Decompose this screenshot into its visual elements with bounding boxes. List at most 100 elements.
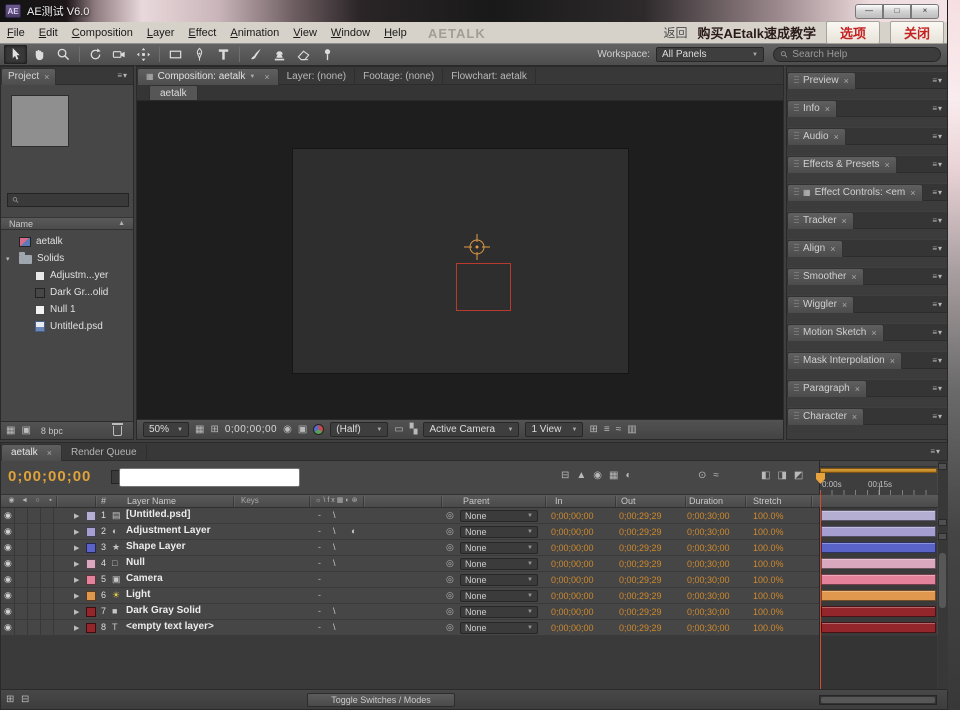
- menu-item-view[interactable]: View: [286, 24, 324, 42]
- layer-name[interactable]: [Untitled.psd]: [126, 509, 230, 520]
- viewer-bar-icon[interactable]: ▦: [195, 425, 204, 435]
- timeline-control-icon[interactable]: ◐: [625, 470, 631, 481]
- viewer-bar-icon[interactable]: ◉: [283, 425, 292, 435]
- expand-arrow-icon[interactable]: ▶: [74, 608, 79, 616]
- rectangle-tool[interactable]: [164, 45, 187, 64]
- out-value[interactable]: 0;00;29;29: [619, 607, 662, 617]
- project-item[interactable]: Null 1: [1, 301, 133, 318]
- parent-pickwhip-icon[interactable]: ◎: [446, 558, 454, 569]
- type-tool[interactable]: [212, 45, 235, 64]
- overlay-close-button[interactable]: 关闭: [890, 21, 944, 44]
- menu-item-effect[interactable]: Effect: [181, 24, 223, 42]
- close-tab-icon[interactable]: ×: [842, 300, 847, 310]
- project-name-column-header[interactable]: Name ▲: [1, 217, 133, 230]
- out-value[interactable]: 0;00;29;29: [619, 559, 662, 569]
- layer-row[interactable]: ◉▶7■Dark Gray Solid-\◎None▼0;00;00;000;0…: [1, 604, 947, 620]
- close-tab-icon[interactable]: ×: [851, 272, 856, 282]
- timeline-control-icon[interactable]: ◧: [761, 470, 770, 481]
- composition-view-area[interactable]: [137, 101, 783, 421]
- layer-duration-bar[interactable]: [821, 606, 936, 617]
- shy-switch[interactable]: -: [318, 510, 321, 520]
- panel-menu-icon[interactable]: ≡▾: [932, 356, 943, 365]
- quality-switch[interactable]: \: [333, 526, 336, 536]
- visibility-eye-icon[interactable]: ◉: [4, 606, 12, 617]
- close-tab-icon[interactable]: ×: [44, 72, 49, 82]
- active-camera-dropdown[interactable]: Active Camera ▼: [423, 422, 519, 437]
- duration-value[interactable]: 0;00;30;00: [687, 591, 730, 601]
- layer-track[interactable]: [819, 556, 937, 572]
- pen-tool[interactable]: [188, 45, 211, 64]
- title-bar[interactable]: AE AE测试 V6.0 — □ ×: [0, 0, 947, 22]
- track-nav-button-1[interactable]: [938, 519, 947, 526]
- stretch-value[interactable]: 100.0%: [753, 543, 784, 553]
- layer-row[interactable]: ◉▶3★Shape Layer-\◎None▼0;00;00;000;00;29…: [1, 540, 947, 556]
- viewer-bar-icon[interactable]: ▚: [410, 425, 418, 435]
- duration-value[interactable]: 0;00;30;00: [687, 607, 730, 617]
- stretch-value[interactable]: 100.0%: [753, 607, 784, 617]
- close-tab-icon[interactable]: ×: [842, 216, 847, 226]
- out-value[interactable]: 0;00;29;29: [619, 623, 662, 633]
- tab-project[interactable]: Project ×: [1, 68, 56, 85]
- parent-pickwhip-icon[interactable]: ◎: [446, 590, 454, 601]
- timeline-tab-0[interactable]: aetalk×: [1, 444, 62, 461]
- layer-name[interactable]: Null: [126, 557, 230, 568]
- panel-menu-icon[interactable]: ≡▾: [930, 447, 941, 456]
- pan-behind-tool[interactable]: [132, 45, 155, 64]
- work-area-bar[interactable]: [820, 468, 937, 473]
- menu-item-edit[interactable]: Edit: [32, 24, 65, 42]
- panel-menu-icon[interactable]: ≡▾: [932, 300, 943, 309]
- out-value[interactable]: 0;00;29;29: [619, 591, 662, 601]
- menu-item-file[interactable]: File: [0, 24, 32, 42]
- timeline-control-icon[interactable]: ▲: [576, 470, 586, 481]
- timeline-control-icon[interactable]: ▦: [609, 470, 618, 481]
- quality-switch[interactable]: \: [333, 606, 336, 616]
- column-keys[interactable]: Keys: [241, 496, 259, 505]
- layer-track[interactable]: [819, 588, 937, 604]
- expand-arrow-icon[interactable]: ▶: [74, 624, 79, 632]
- layer-color-chip[interactable]: [86, 623, 96, 633]
- layer-color-chip[interactable]: [86, 591, 96, 601]
- layer-track[interactable]: [819, 508, 937, 524]
- layer-track[interactable]: [819, 572, 937, 588]
- project-item[interactable]: aetalk: [1, 233, 133, 250]
- help-search-input[interactable]: [792, 49, 934, 60]
- parent-pickwhip-icon[interactable]: ◎: [446, 622, 454, 633]
- panel-tab[interactable]: Paragraph×: [787, 380, 867, 397]
- in-value[interactable]: 0;00;00;00: [551, 623, 594, 633]
- magnification-dropdown[interactable]: 50% ▼: [143, 422, 189, 437]
- shy-switch[interactable]: -: [318, 526, 321, 536]
- duration-value[interactable]: 0;00;30;00: [687, 575, 730, 585]
- visibility-eye-icon[interactable]: ◉: [4, 590, 12, 601]
- close-tab-icon[interactable]: ×: [264, 72, 269, 82]
- quality-switch[interactable]: \: [333, 558, 336, 568]
- layer-row[interactable]: ◉▶5▣Camera-◎None▼0;00;00;000;00;29;290;0…: [1, 572, 947, 588]
- stretch-value[interactable]: 100.0%: [753, 591, 784, 601]
- comp-marker-bin-button[interactable]: [938, 463, 947, 470]
- panel-tab[interactable]: Tracker×: [787, 212, 854, 229]
- panel-tab[interactable]: Preview×: [787, 72, 856, 89]
- layer-color-chip[interactable]: [86, 575, 96, 585]
- interpret-footage-icon[interactable]: ▦: [6, 425, 15, 436]
- stretch-value[interactable]: 100.0%: [753, 527, 784, 537]
- zoom-tool[interactable]: [52, 45, 75, 64]
- puppet-pin-tool[interactable]: [316, 45, 339, 64]
- parent-pickwhip-icon[interactable]: ◎: [446, 606, 454, 617]
- layer-name[interactable]: Light: [126, 589, 230, 600]
- parent-pickwhip-icon[interactable]: ◎: [446, 574, 454, 585]
- column-stretch[interactable]: Stretch: [753, 496, 782, 506]
- menu-item-help[interactable]: Help: [377, 24, 414, 42]
- close-tab-icon[interactable]: ×: [825, 104, 830, 114]
- timeline-tab-1[interactable]: Render Queue: [62, 444, 147, 461]
- timeline-control-icon[interactable]: ◩: [794, 470, 803, 481]
- layer-color-chip[interactable]: [86, 559, 96, 569]
- layer-color-chip[interactable]: [86, 607, 96, 617]
- comp-marker-strip[interactable]: [820, 461, 937, 467]
- panel-tab[interactable]: Motion Sketch×: [787, 324, 884, 341]
- project-item[interactable]: Untitled.psd: [1, 318, 133, 335]
- timeline-control-icon[interactable]: ⊟: [561, 470, 569, 481]
- panel-tab[interactable]: ▦Effect Controls: <em×: [787, 184, 923, 201]
- anchor-point-target-icon[interactable]: [462, 232, 492, 262]
- layer-name[interactable]: Camera: [126, 573, 230, 584]
- visibility-eye-icon[interactable]: ◉: [4, 622, 12, 633]
- stretch-value[interactable]: 100.0%: [753, 575, 784, 585]
